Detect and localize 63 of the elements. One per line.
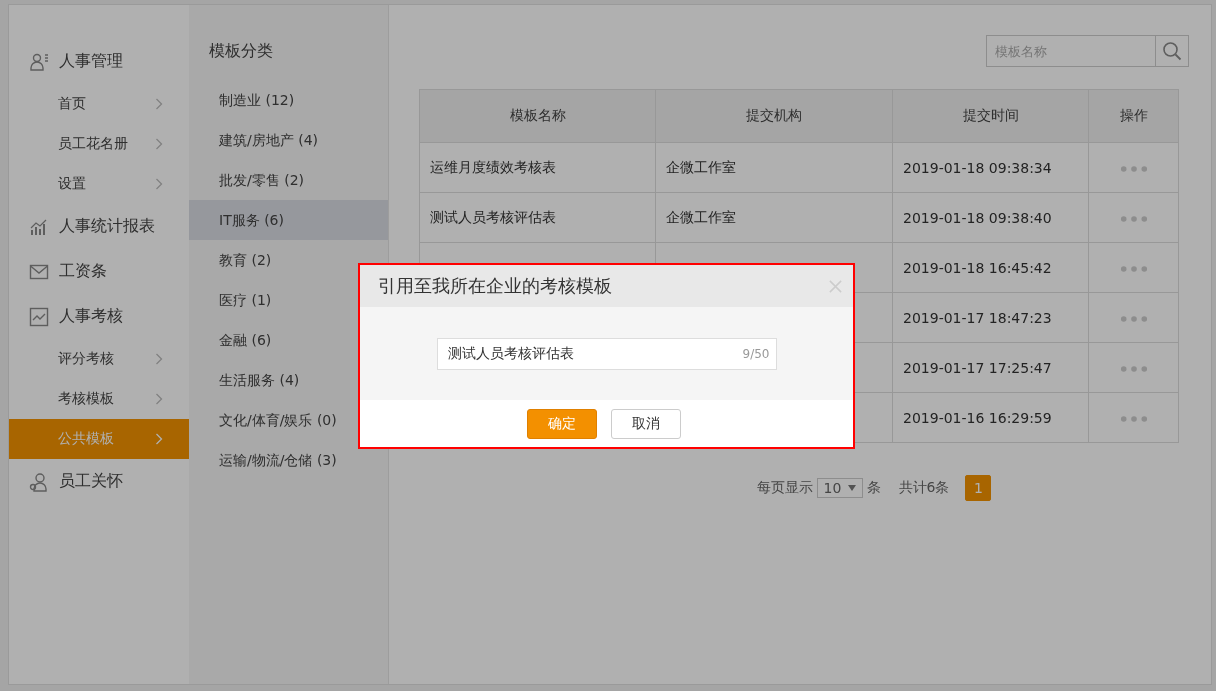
nav-group-label: 人事管理 (59, 51, 123, 72)
search-field[interactable]: 模板名称 (986, 35, 1156, 67)
table-cell: 2019-01-16 16:29:59 (892, 392, 1089, 443)
total-count: 共计6条 (898, 479, 950, 497)
nav-group[interactable]: 工资条 (9, 249, 189, 294)
table-cell: 2019-01-17 17:25:47 (892, 342, 1089, 393)
column-header: 模板名称 (419, 89, 656, 143)
chevron-icon (155, 353, 163, 365)
category-item[interactable]: 建筑/房地产 (4) (189, 120, 388, 160)
name-input-field[interactable]: 测试人员考核评估表 9/50 (436, 337, 777, 370)
more-icon[interactable] (1119, 164, 1148, 173)
column-header: 提交时间 (892, 89, 1089, 143)
column-header: 提交机构 (655, 89, 893, 143)
page-size-select[interactable]: 10 (816, 478, 863, 498)
more-icon[interactable] (1119, 314, 1148, 323)
nav-group[interactable]: 人事考核 (9, 294, 189, 339)
category-item[interactable]: 制造业 (12) (189, 80, 388, 120)
table-cell: 2019-01-18 16:45:42 (892, 242, 1089, 293)
more-icon[interactable] (1119, 414, 1148, 423)
more-icon[interactable] (1119, 264, 1148, 273)
line-chart-icon (29, 306, 49, 327)
panel-title: 模板分类 (208, 40, 274, 62)
chevron-icon (155, 433, 163, 445)
nav-item[interactable]: 考核模板 (9, 379, 189, 419)
dialog-title: 引用至我所在企业的考核模板 (378, 274, 612, 298)
more-icon[interactable] (1119, 364, 1148, 373)
close-icon[interactable] (828, 278, 843, 294)
column-header: 操作 (1088, 89, 1179, 143)
table-cell: 测试人员考核评估表 (419, 192, 656, 243)
nav-group[interactable]: 人事管理 (9, 39, 189, 84)
nav-group-label: 员工关怀 (59, 471, 123, 492)
table-cell: 2019-01-18 09:38:40 (892, 192, 1089, 243)
page-size-label: 每页显示 (756, 479, 813, 497)
table-cell: 2019-01-18 09:38:34 (892, 142, 1089, 193)
character-counter: 9/50 (742, 346, 770, 361)
search-button[interactable] (1156, 35, 1189, 67)
more-icon[interactable] (1119, 214, 1148, 223)
table-cell: 企微工作室 (655, 192, 893, 243)
cancel-button[interactable]: 取消 (610, 408, 681, 439)
nav-item[interactable]: 首页 (9, 84, 189, 124)
table-cell: 运维月度绩效考核表 (419, 142, 656, 193)
dropdown-icon (847, 485, 856, 491)
people-icon (29, 471, 49, 492)
nav-group[interactable]: 员工关怀 (9, 459, 189, 504)
nav-item[interactable]: 评分考核 (9, 339, 189, 379)
chevron-icon (155, 98, 163, 110)
nav-group-label: 人事统计报表 (59, 216, 155, 237)
category-item[interactable]: IT服务 (6) (189, 200, 388, 240)
nav-item[interactable]: 员工花名册 (9, 124, 189, 164)
table-cell: 企微工作室 (655, 142, 893, 193)
nav-group-label: 工资条 (59, 261, 107, 282)
search-icon (1162, 41, 1182, 61)
nav-item[interactable]: 设置 (9, 164, 189, 204)
chevron-icon (155, 138, 163, 150)
category-item[interactable]: 批发/零售 (2) (189, 160, 388, 200)
chevron-icon (155, 178, 163, 190)
chevron-icon (155, 393, 163, 405)
category-item[interactable]: 运输/物流/仓储 (3) (189, 440, 388, 480)
nav-group-label: 人事考核 (59, 306, 123, 327)
unit-label: 条 (866, 479, 881, 497)
table-cell: 2019-01-17 18:47:23 (892, 292, 1089, 343)
person-icon (29, 51, 49, 72)
nav-group[interactable]: 人事统计报表 (9, 204, 189, 249)
